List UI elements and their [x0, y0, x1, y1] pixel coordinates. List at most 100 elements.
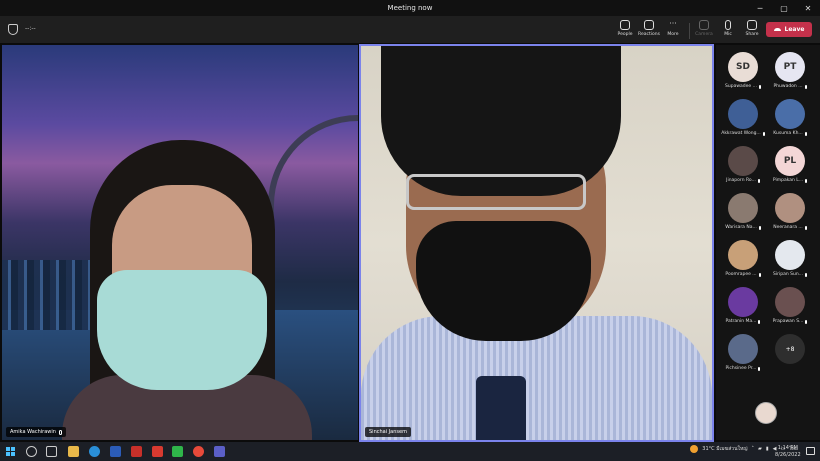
avatar — [775, 193, 805, 223]
mic-muted-icon — [805, 178, 808, 183]
camera-off-icon — [699, 20, 709, 30]
word-icon[interactable] — [110, 446, 121, 457]
video-name-tag: Sinchai Jansem — [365, 427, 411, 437]
participant-tile[interactable]: Neeranara ... — [766, 193, 814, 238]
participant-name: Akkrawat Wong... — [721, 131, 765, 136]
participant-name-text: Patranin Ma... — [725, 319, 757, 324]
avatar — [775, 287, 805, 317]
mic-muted-icon — [758, 319, 761, 324]
participant-tile[interactable]: Poomrapee ... — [719, 240, 767, 285]
shield-icon — [8, 24, 18, 35]
mic-muted-icon — [758, 366, 761, 371]
close-icon[interactable]: ✕ — [796, 0, 820, 16]
avatar: PL — [775, 146, 805, 176]
notification-icon[interactable] — [806, 447, 815, 455]
phone-hangup-icon — [773, 28, 781, 31]
participant-name: Supawadee ... — [725, 84, 761, 89]
avatar — [728, 193, 758, 223]
avatar — [728, 146, 758, 176]
share-button[interactable]: Share — [737, 20, 767, 42]
window-title: Meeting now — [387, 4, 433, 12]
participant-name: Siripan Sun... — [773, 272, 807, 277]
participant-name: Patranin Ma... — [726, 319, 761, 324]
avatar — [728, 334, 758, 364]
file-explorer-icon[interactable] — [68, 446, 79, 457]
participant-name: Jinaporn Ro... — [726, 178, 760, 183]
participant-tile[interactable]: Jinaporn Ro... — [719, 146, 767, 191]
avatar — [728, 287, 758, 317]
participant-tile[interactable]: Patranin Ma... — [719, 287, 767, 332]
task-view-icon[interactable] — [46, 446, 57, 457]
windows-taskbar: 31°C มีเมฆส่วนใหญ่ ˄ ▰ ▮ ◀ ▭ ไทย 1:14 PM… — [0, 442, 820, 461]
people-icon — [620, 20, 630, 30]
participant-name-text: Prapawan S... — [772, 319, 804, 324]
teams-icon[interactable] — [214, 446, 225, 457]
acrobat-icon[interactable] — [131, 446, 142, 457]
weather-text[interactable]: 31°C มีเมฆส่วนใหญ่ — [702, 445, 747, 453]
chrome-icon[interactable] — [193, 446, 204, 457]
participant-tile[interactable]: Pichsinee Pr... — [719, 334, 767, 379]
participant-name-text: Akkrawat Wong... — [721, 131, 761, 136]
participant-name-text: Pimpakan L... — [772, 178, 804, 183]
network-icon[interactable]: ▰ — [758, 446, 762, 452]
participant-name: Phuwadon ... — [773, 84, 807, 89]
participant-name: Neeranara ... — [773, 225, 807, 230]
video-name-tag: Amika Wachirawin — [6, 427, 66, 437]
participant-tile[interactable]: PL Pimpakan L... — [766, 146, 814, 191]
background-skyline — [2, 260, 102, 330]
mic-muted-icon — [58, 429, 62, 435]
participant-tile[interactable]: PT Phuwadon ... — [766, 52, 814, 97]
edge-icon[interactable] — [89, 446, 100, 457]
participant-tile[interactable]: Warisara Na... — [719, 193, 767, 238]
reactions-icon — [644, 20, 654, 30]
chevron-up-icon[interactable]: ˄ — [752, 446, 755, 452]
participant-name-text: Warisara Na... — [725, 225, 757, 230]
more-icon: ··· — [669, 19, 677, 28]
avatar — [728, 99, 758, 129]
search-icon[interactable] — [26, 446, 37, 457]
participant-name: Pimpakan L... — [772, 178, 808, 183]
line-icon[interactable] — [172, 446, 183, 457]
avatar — [775, 99, 805, 129]
taskbar-clock[interactable]: 1:14 PM 8/26/2022 — [775, 445, 801, 459]
participant-tile[interactable]: Prapawan S... — [766, 287, 814, 332]
video-tile-sinchai[interactable]: Sinchai Jansem — [359, 44, 714, 442]
face-mask — [97, 270, 267, 390]
participant-name: Warisara Na... — [725, 225, 761, 230]
self-view-avatar[interactable] — [755, 402, 777, 424]
participant-tile[interactable]: Kusuma Kh... — [766, 99, 814, 144]
avatar: PT — [775, 52, 805, 82]
participant-name-text: Siripan Sun... — [773, 272, 803, 277]
participant-name-text: Poomrapee ... — [725, 272, 757, 277]
mic-muted-icon — [804, 225, 807, 230]
background-bridge — [268, 115, 358, 255]
face-mask — [416, 221, 591, 341]
mic-muted-icon — [758, 272, 761, 277]
leave-button[interactable]: Leave — [766, 22, 812, 37]
video-tile-amika[interactable]: Amika Wachirawin — [2, 45, 358, 440]
participant-tie — [476, 376, 526, 440]
mic-tray-icon[interactable]: ▮ — [766, 446, 769, 452]
maximize-icon[interactable]: ▢ — [772, 0, 796, 16]
minimize-icon[interactable]: ─ — [748, 0, 772, 16]
photo-app-icon[interactable] — [152, 446, 163, 457]
participant-tile[interactable]: Siripan Sun... — [766, 240, 814, 285]
window-controls: ─ ▢ ✕ — [748, 0, 820, 16]
participant-name-text: Pichsinee Pr... — [725, 366, 757, 371]
participant-name: Poomrapee ... — [725, 272, 761, 277]
mic-muted-icon — [804, 272, 807, 277]
mic-muted-icon — [762, 131, 765, 136]
windows-start-icon[interactable] — [6, 447, 15, 456]
mic-muted-icon — [757, 178, 760, 183]
participant-tile[interactable]: Akkrawat Wong... — [719, 99, 767, 144]
overflow-participants-button[interactable]: +8 — [775, 334, 805, 364]
participant-name-text: Kusuma Kh... — [773, 131, 803, 136]
participant-name-text: Jinaporn Ro... — [726, 178, 756, 183]
mic-muted-icon — [804, 84, 807, 89]
chrome-tray-icon[interactable] — [690, 445, 699, 453]
avatar — [728, 240, 758, 270]
meeting-timer: --:-- — [25, 25, 36, 32]
more-button[interactable]: ··· More — [658, 20, 688, 42]
share-icon — [747, 20, 757, 30]
participant-tile[interactable]: SD Supawadee ... — [719, 52, 767, 97]
